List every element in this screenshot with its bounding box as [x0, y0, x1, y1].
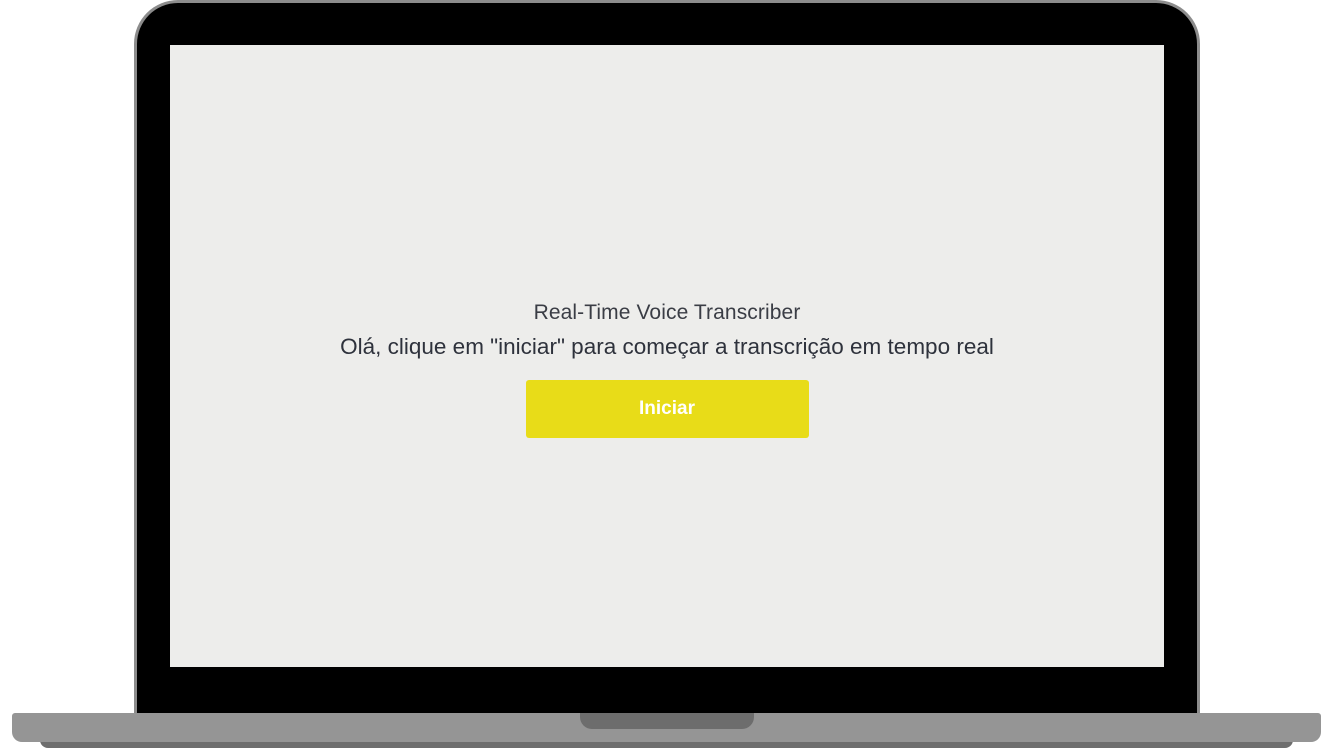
start-button[interactable]: Iniciar	[525, 380, 809, 438]
app-title: Real-Time Voice Transcriber	[533, 301, 801, 324]
welcome-panel: Real-Time Voice Transcriber Olá, clique …	[170, 298, 1164, 438]
instruction-text: Olá, clique em "iniciar" para começar a …	[340, 334, 994, 359]
laptop-mockup: Real-Time Voice Transcriber Olá, clique …	[0, 0, 1333, 750]
laptop-screen: Real-Time Voice Transcriber Olá, clique …	[170, 45, 1164, 667]
laptop-notch	[580, 713, 754, 729]
